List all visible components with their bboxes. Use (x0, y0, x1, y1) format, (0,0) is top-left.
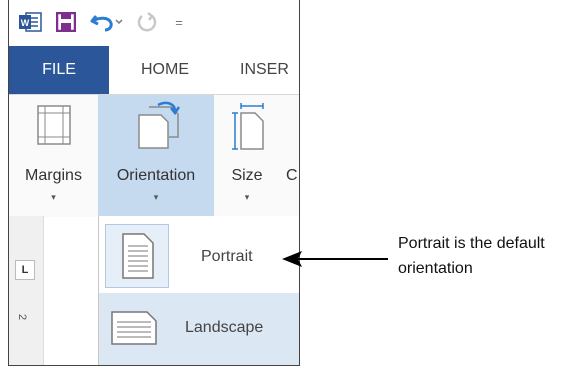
quick-access-toolbar: W = (9, 0, 299, 46)
redo-icon[interactable] (135, 8, 159, 36)
customize-qat-icon[interactable]: = (172, 8, 186, 36)
word-icon-letter: W (21, 18, 30, 28)
columns-button[interactable]: C (280, 95, 299, 217)
chevron-down-icon: ▾ (153, 192, 159, 202)
word-app-icon[interactable]: W (17, 8, 43, 36)
orientation-dropdown: Portrait Landscape (98, 216, 299, 365)
landscape-label: Landscape (185, 319, 264, 336)
callout-line-2: orientation (398, 260, 473, 277)
tab-selector-icon[interactable]: L (15, 260, 35, 280)
portrait-label: Portrait (201, 248, 253, 265)
ruler-number: 2 (16, 313, 29, 321)
tab-home[interactable]: HOME (141, 46, 189, 94)
margins-label: Margins (25, 167, 82, 184)
word-window-crop: W = FILE HOME INSER Margins ▾ Orientatio… (8, 0, 300, 366)
undo-icon (90, 15, 123, 32)
callout-arrow-icon (282, 251, 388, 267)
orientation-button[interactable]: Orientation ▾ (98, 95, 214, 217)
tab-insert[interactable]: INSER (240, 46, 289, 94)
callout-text: Portrait is the default orientation (398, 231, 545, 281)
landscape-page-icon (111, 311, 157, 345)
callout-line-1: Portrait is the default (398, 235, 545, 252)
size-icon (232, 103, 264, 150)
vertical-ruler: L 2 (9, 216, 44, 365)
orientation-icon (138, 101, 181, 149)
chevron-down-icon: ▾ (51, 192, 56, 202)
tab-file[interactable]: FILE (9, 46, 109, 94)
margins-button[interactable]: Margins ▾ (9, 95, 98, 217)
size-button[interactable]: Size ▾ (214, 95, 280, 217)
page-setup-group: Margins ▾ Orientation ▾ Size ▾ C (9, 94, 299, 217)
ribbon-tabs: FILE HOME INSER (9, 46, 299, 94)
margins-icon (37, 105, 71, 145)
chevron-down-icon: ▾ (244, 192, 250, 202)
size-label: Size (231, 167, 263, 184)
orientation-label: Orientation (116, 167, 196, 184)
undo-button[interactable] (89, 8, 125, 36)
landscape-option[interactable]: Landscape (99, 293, 299, 365)
save-icon[interactable] (53, 8, 79, 36)
portrait-page-icon (105, 224, 169, 288)
columns-label: C (286, 167, 298, 184)
portrait-option[interactable]: Portrait (99, 220, 299, 292)
